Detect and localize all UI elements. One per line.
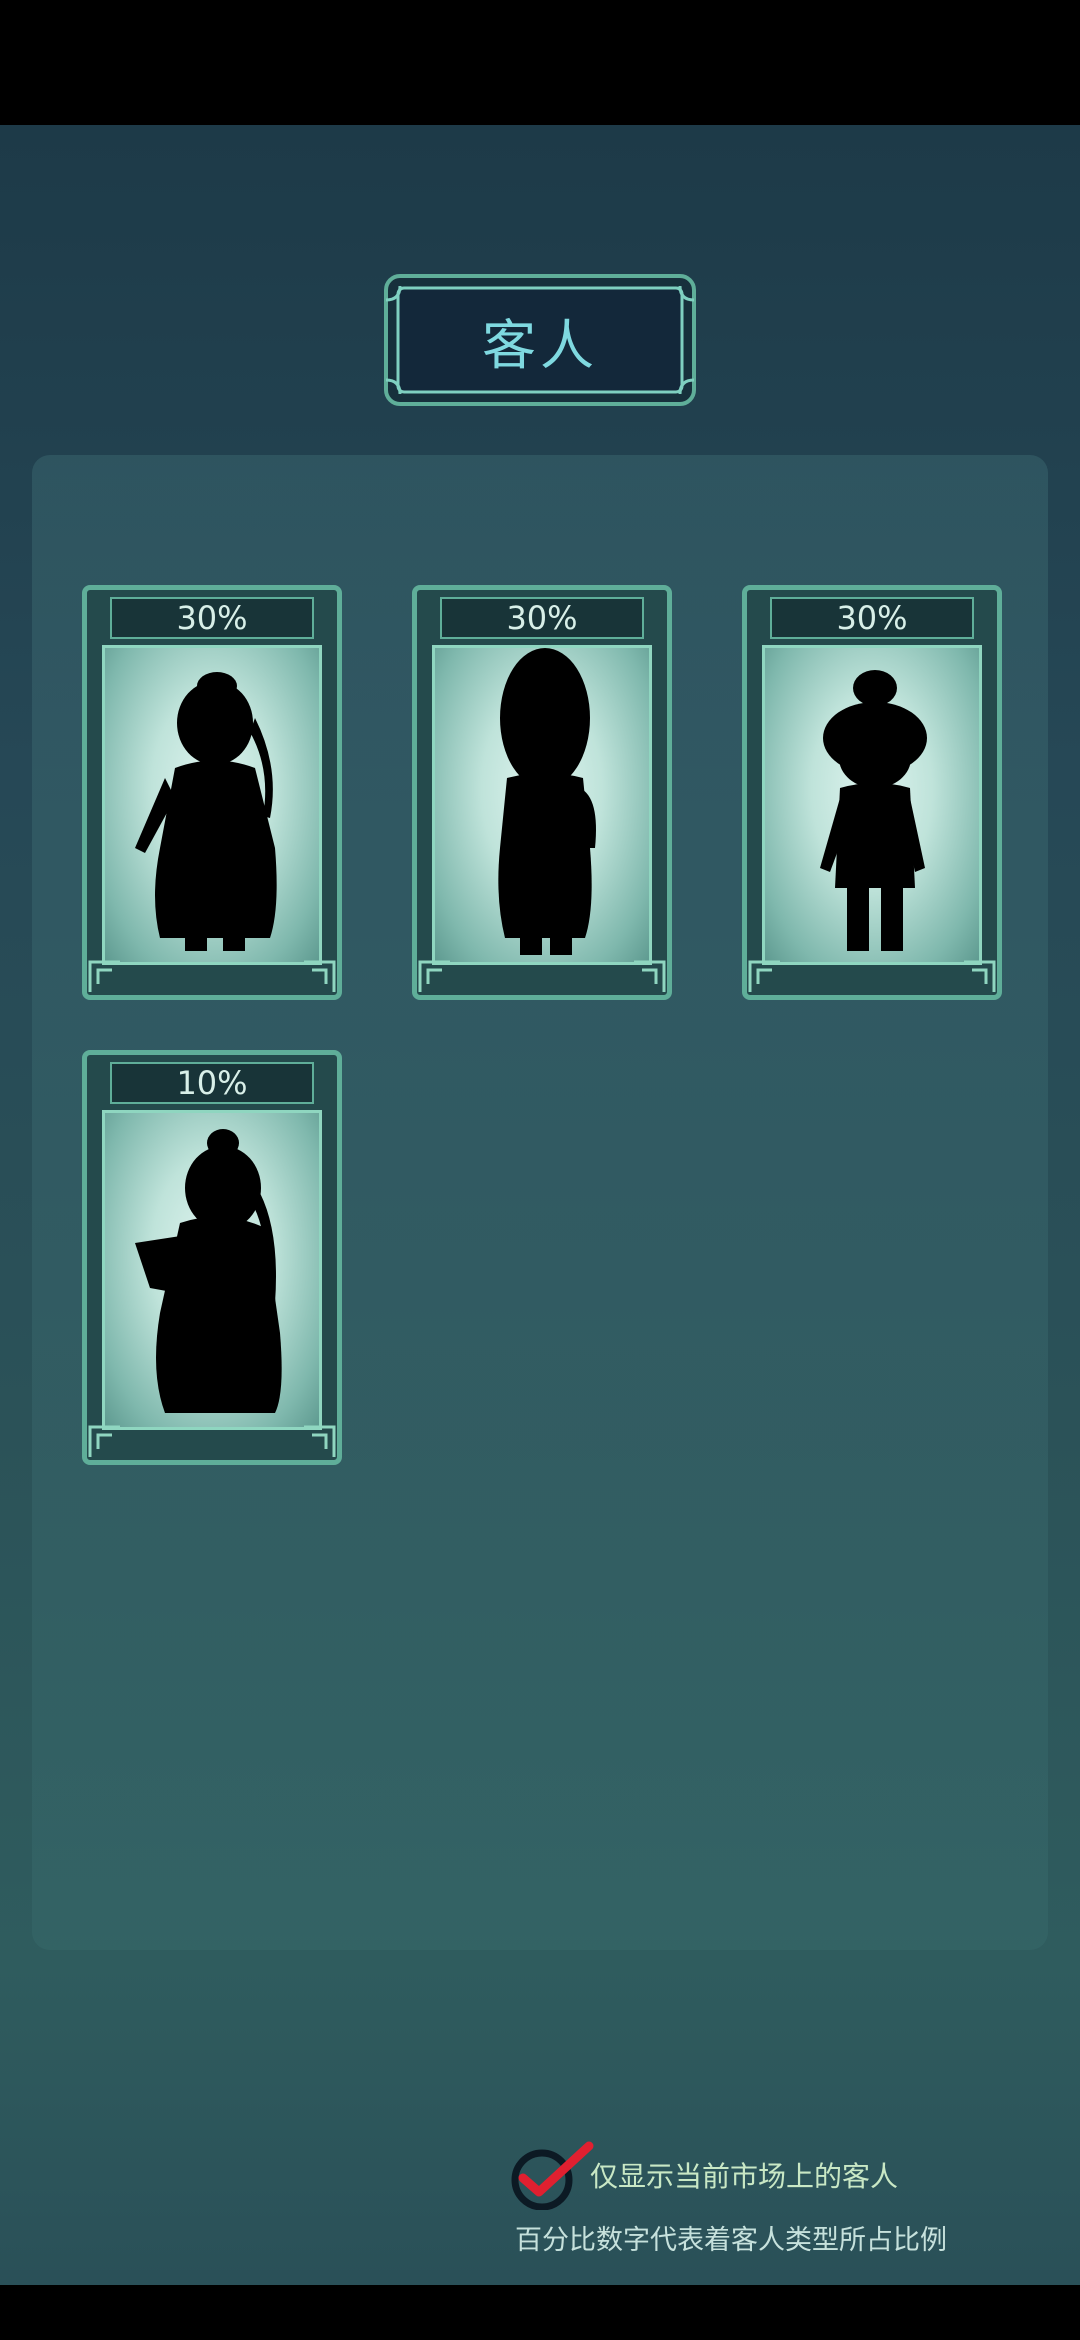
corner-ornament-icon xyxy=(964,960,996,992)
guest-portrait xyxy=(102,645,322,965)
corner-ornament-icon xyxy=(748,960,780,992)
filter-checkbox[interactable] xyxy=(505,2140,595,2210)
guest-percentage: 10% xyxy=(110,1062,314,1104)
corner-ornament-icon xyxy=(88,960,120,992)
guest-card[interactable]: 10% xyxy=(82,1050,342,1465)
noble-silhouette-icon xyxy=(135,1129,282,1413)
guest-card[interactable]: 30% xyxy=(412,585,672,1000)
guest-portrait xyxy=(432,645,652,965)
filter-label[interactable]: 仅显示当前市场上的客人 xyxy=(590,2155,898,2195)
guest-percentage: 30% xyxy=(770,597,974,639)
guest-percentage: 30% xyxy=(440,597,644,639)
corner-ornament-icon xyxy=(418,960,450,992)
corner-ornament-icon xyxy=(304,1425,336,1457)
scholar-silhouette-icon xyxy=(498,648,596,955)
title-plaque: 客人 xyxy=(380,270,700,410)
girl-silhouette-icon xyxy=(135,672,277,951)
guest-percentage: 30% xyxy=(110,597,314,639)
guest-card[interactable]: 30% xyxy=(82,585,342,1000)
guest-card[interactable]: 30% xyxy=(742,585,1002,1000)
system-nav-bar xyxy=(0,2285,1080,2340)
guest-panel: 30% 30% 30% 10% xyxy=(32,455,1048,1950)
guest-portrait xyxy=(102,1110,322,1430)
guest-portrait xyxy=(762,645,982,965)
corner-ornament-icon xyxy=(304,960,336,992)
game-screen: 客人 30% 30% 30% 10% 仅显示当前市场上的客人 百分比数字代表着客… xyxy=(0,125,1080,2285)
corner-ornament-icon xyxy=(88,1425,120,1457)
child-silhouette-icon xyxy=(820,670,927,951)
percentage-note: 百分比数字代表着客人类型所占比例 xyxy=(515,2225,947,2256)
page-title: 客人 xyxy=(482,313,598,377)
corner-ornament-icon xyxy=(634,960,666,992)
